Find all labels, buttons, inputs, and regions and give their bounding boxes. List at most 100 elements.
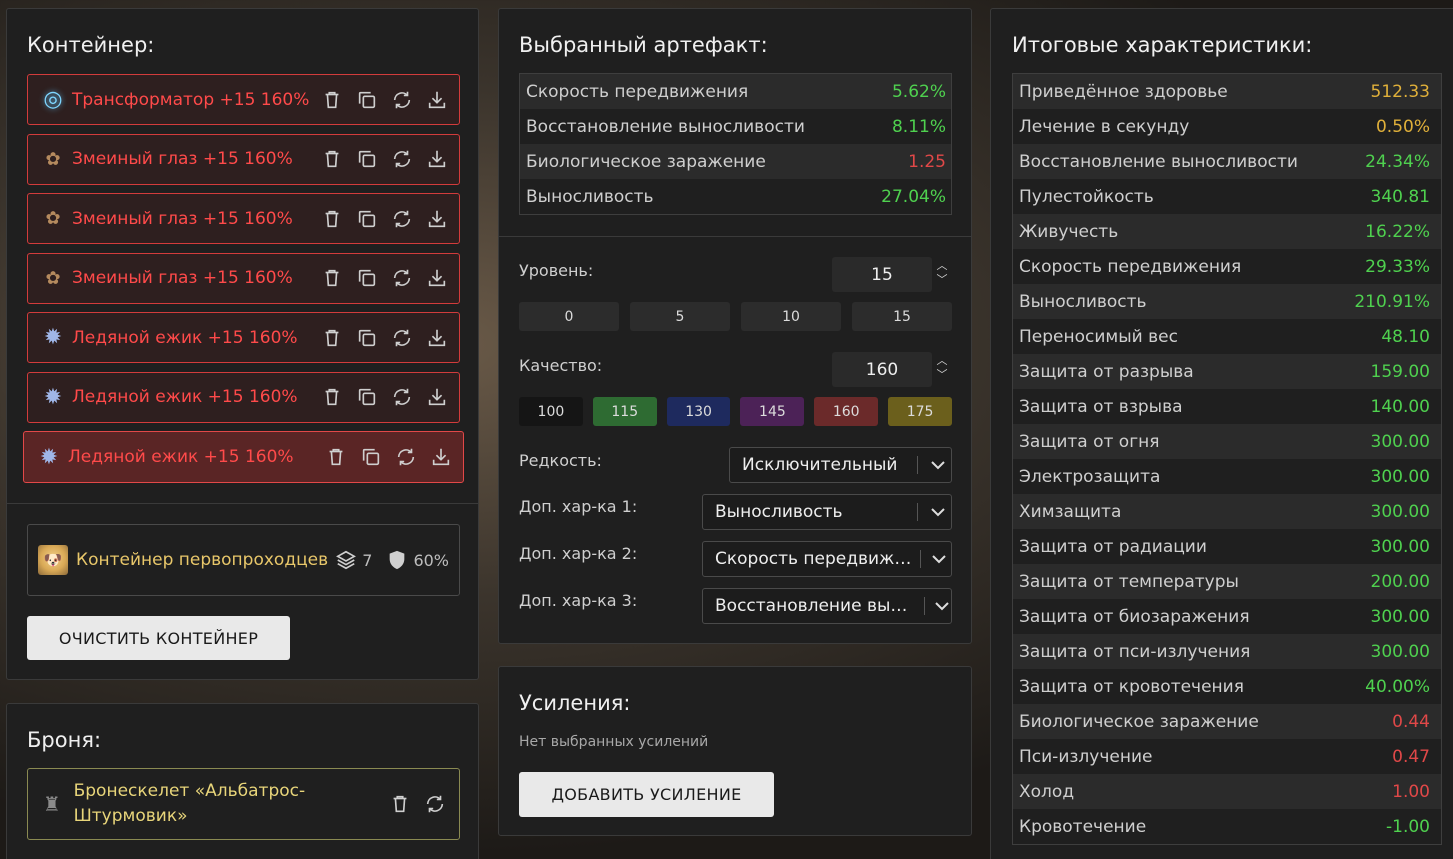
quality-preset-button[interactable]: 160	[814, 397, 879, 426]
armor-actions	[387, 792, 447, 817]
layers-icon	[336, 550, 357, 570]
stat-row: Выносливость 210.91%	[1013, 284, 1441, 319]
divider	[7, 503, 478, 504]
copy-artifact-button[interactable]	[354, 325, 379, 350]
delete-artifact-button[interactable]	[319, 266, 344, 291]
swap-artifact-button[interactable]	[393, 445, 418, 470]
copy-icon	[358, 329, 375, 346]
trash-icon	[325, 329, 338, 346]
copy-artifact-button[interactable]	[358, 445, 383, 470]
chevron-down-icon[interactable]	[932, 601, 951, 611]
export-artifact-button[interactable]	[428, 445, 453, 470]
swap-artifact-button[interactable]	[389, 147, 414, 172]
export-artifact-button[interactable]	[424, 206, 449, 231]
container-artifact-item[interactable]: ✹ Ледяной ежик +15 160%	[23, 431, 464, 483]
delete-artifact-button[interactable]	[319, 385, 344, 410]
container-artifact-item[interactable]: ✹ Ледяной ежик +15 160%	[27, 312, 460, 363]
download-icon	[428, 150, 445, 168]
stat-label: Защита от биозаражения	[1019, 606, 1250, 627]
artifact-actions	[319, 206, 449, 231]
swap-artifact-button[interactable]	[389, 266, 414, 291]
extra2-select[interactable]: Скорость передвижения	[702, 541, 952, 577]
stat-row: Выносливость 27.04%	[520, 179, 951, 214]
clear-container-button[interactable]: ОЧИСТИТЬ КОНТЕЙНЕР	[27, 616, 290, 660]
armor-card[interactable]: ♜ Бронескелет «Альбатрос-Штурмовик»	[27, 768, 460, 840]
level-label: Уровень:	[519, 261, 594, 280]
level-preset-button[interactable]: 0	[519, 302, 619, 331]
container-artifact-item[interactable]: ◎ Трансформатор +15 160%	[27, 74, 460, 125]
swap-artifact-button[interactable]	[389, 325, 414, 350]
quality-preset-button[interactable]: 100	[519, 397, 583, 426]
delete-artifact-button[interactable]	[319, 147, 344, 172]
swap-artifact-button[interactable]	[389, 385, 414, 410]
export-artifact-button[interactable]	[424, 325, 449, 350]
chevron-down-icon[interactable]: ﹀	[935, 368, 949, 382]
refresh-icon	[426, 795, 443, 813]
stat-value: 1.25	[908, 151, 946, 172]
stat-row: Химзащита 300.00	[1013, 494, 1441, 529]
stat-row: Защита от взрыва 140.00	[1013, 389, 1441, 424]
container-artifact-item[interactable]: ✹ Ледяной ежик +15 160%	[27, 371, 460, 423]
copy-artifact-button[interactable]	[354, 266, 379, 291]
export-artifact-button[interactable]	[424, 385, 449, 410]
copy-artifact-button[interactable]	[354, 385, 379, 410]
level-preset-button[interactable]: 5	[630, 302, 730, 331]
level-preset-button[interactable]: 10	[741, 302, 841, 331]
stat-row: Пулестойкость 340.81	[1013, 179, 1441, 214]
chevron-down-icon[interactable]	[925, 460, 951, 470]
stat-value: 24.34%	[1365, 151, 1430, 172]
level-spinner[interactable]: ︿ ﹀	[935, 259, 949, 287]
chevron-down-icon[interactable]: ﹀	[935, 273, 949, 287]
boosts-title: Усиления:	[519, 691, 631, 715]
chevron-up-icon[interactable]: ︿	[935, 354, 949, 368]
quality-preset-button[interactable]: 130	[666, 397, 731, 426]
stat-label: Защита от температуры	[1019, 571, 1239, 592]
delete-artifact-button[interactable]	[319, 87, 344, 112]
swap-armor-button[interactable]	[422, 792, 447, 817]
level-preset-button[interactable]: 15	[852, 302, 952, 331]
extra3-select[interactable]: Восстановление выносливости	[702, 588, 952, 624]
quality-preset-button[interactable]: 115	[592, 397, 657, 426]
delete-artifact-button[interactable]	[319, 206, 344, 231]
container-card[interactable]: 🐶 Контейнер первопроходцев 7 60%	[27, 524, 460, 596]
quality-input[interactable]: 160	[832, 352, 932, 387]
quality-spinner[interactable]: ︿ ﹀	[935, 354, 949, 382]
delete-artifact-button[interactable]	[323, 445, 348, 470]
quality-preset-button[interactable]: 175	[888, 397, 952, 426]
copy-icon	[358, 269, 375, 287]
container-artifact-item[interactable]: ✿ Змеиный глаз +15 160%	[27, 193, 460, 244]
add-boost-button[interactable]: ДОБАВИТЬ УСИЛЕНИЕ	[519, 772, 774, 817]
delete-artifact-button[interactable]	[319, 325, 344, 350]
chevron-up-icon[interactable]: ︿	[935, 259, 949, 273]
quality-preset-button[interactable]: 145	[740, 397, 805, 426]
stat-label: Химзащита	[1019, 501, 1122, 522]
container-panel: Контейнер: ◎ Трансформатор +15 160% ✿ Змеин…	[6, 8, 479, 680]
artifact-actions	[319, 385, 449, 410]
export-artifact-button[interactable]	[424, 266, 449, 291]
copy-artifact-button[interactable]	[354, 147, 379, 172]
container-artifact-item[interactable]: ✿ Змеиный глаз +15 160%	[27, 252, 460, 304]
container-title: Контейнер:	[27, 33, 155, 57]
artifact-actions	[319, 325, 449, 350]
stat-row: Скорость передвижения 29.33%	[1013, 249, 1441, 284]
eye-icon: ✿	[45, 267, 61, 289]
level-input[interactable]: 15	[832, 257, 932, 292]
container-stats: 7 60%	[335, 549, 449, 571]
export-artifact-button[interactable]	[424, 147, 449, 172]
stat-row: Защита от пси-излучения 300.00	[1013, 634, 1441, 669]
delete-armor-button[interactable]	[387, 792, 412, 817]
copy-artifact-button[interactable]	[354, 206, 379, 231]
divider	[499, 236, 971, 237]
extra1-select[interactable]: Выносливость	[702, 494, 952, 530]
copy-artifact-button[interactable]	[354, 87, 379, 112]
export-artifact-button[interactable]	[424, 87, 449, 112]
stat-label: Восстановление выносливости	[526, 116, 805, 137]
stat-label: Скорость передвижения	[1019, 256, 1242, 277]
swap-artifact-button[interactable]	[389, 87, 414, 112]
chevron-down-icon[interactable]	[925, 507, 951, 517]
swap-artifact-button[interactable]	[389, 206, 414, 231]
rarity-select[interactable]: Исключительный	[729, 447, 952, 483]
select-separator	[924, 597, 926, 615]
container-artifact-item[interactable]: ✿ Змеиный глаз +15 160%	[27, 133, 460, 185]
chevron-down-icon[interactable]	[928, 554, 951, 564]
